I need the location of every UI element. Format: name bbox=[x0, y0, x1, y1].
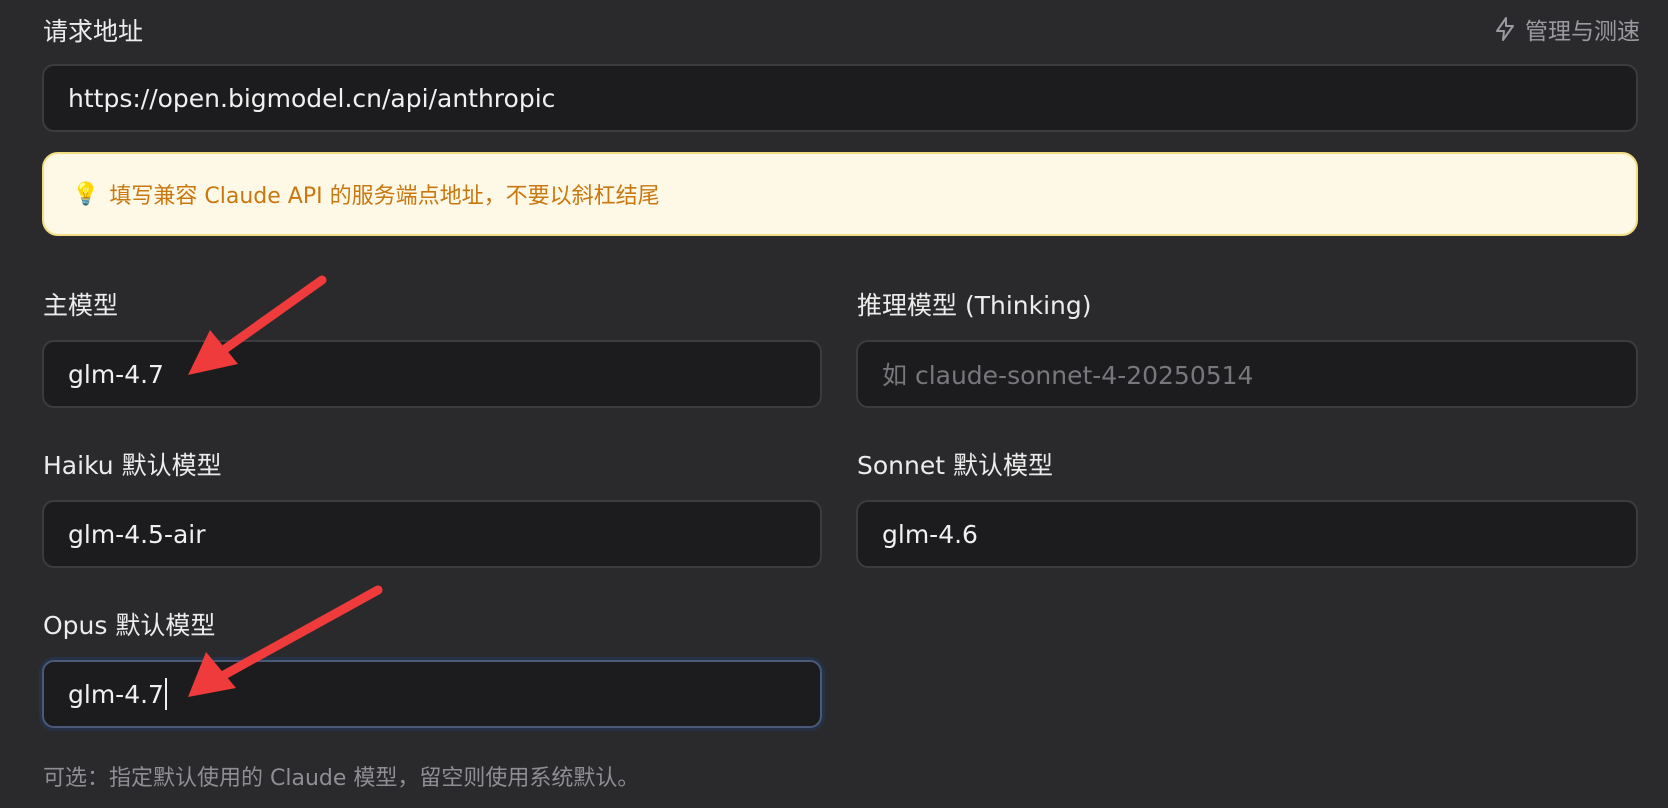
manage-speedtest-button[interactable]: 管理与测速 bbox=[1493, 12, 1640, 46]
main-model-label: 主模型 bbox=[43, 291, 119, 320]
haiku-model-label: Haiku 默认模型 bbox=[43, 451, 222, 480]
manage-speedtest-label: 管理与测速 bbox=[1525, 19, 1640, 45]
thinking-model-label: 推理模型 (Thinking) bbox=[857, 291, 1092, 320]
sonnet-model-label: Sonnet 默认模型 bbox=[857, 451, 1053, 480]
endpoint-tip-banner: 💡 填写兼容 Claude API 的服务端点地址，不要以斜杠结尾 bbox=[42, 152, 1638, 236]
provider-config-form: 请求地址 管理与测速 https://open.bigmodel.cn/api/… bbox=[0, 0, 1668, 808]
opus-model-input[interactable]: glm-4.7 bbox=[42, 660, 822, 728]
opus-model-value: glm-4.7 bbox=[68, 679, 164, 709]
endpoint-input[interactable]: https://open.bigmodel.cn/api/anthropic bbox=[42, 64, 1638, 132]
thinking-model-input[interactable]: 如 claude-sonnet-4-20250514 bbox=[856, 340, 1638, 408]
model-hint-text: 可选：指定默认使用的 Claude 模型，留空则使用系统默认。 bbox=[43, 766, 640, 791]
opus-model-label: Opus 默认模型 bbox=[43, 611, 216, 640]
endpoint-tip-text: 填写兼容 Claude API 的服务端点地址，不要以斜杠结尾 bbox=[109, 184, 660, 209]
text-caret bbox=[164, 678, 167, 710]
lightbulb-icon: 💡 bbox=[72, 181, 100, 207]
haiku-model-input[interactable]: glm-4.5-air bbox=[42, 500, 822, 568]
lightning-icon bbox=[1496, 17, 1514, 41]
endpoint-label: 请求地址 bbox=[43, 17, 144, 46]
sonnet-model-input[interactable]: glm-4.6 bbox=[856, 500, 1638, 568]
main-model-input[interactable]: glm-4.7 bbox=[42, 340, 822, 408]
